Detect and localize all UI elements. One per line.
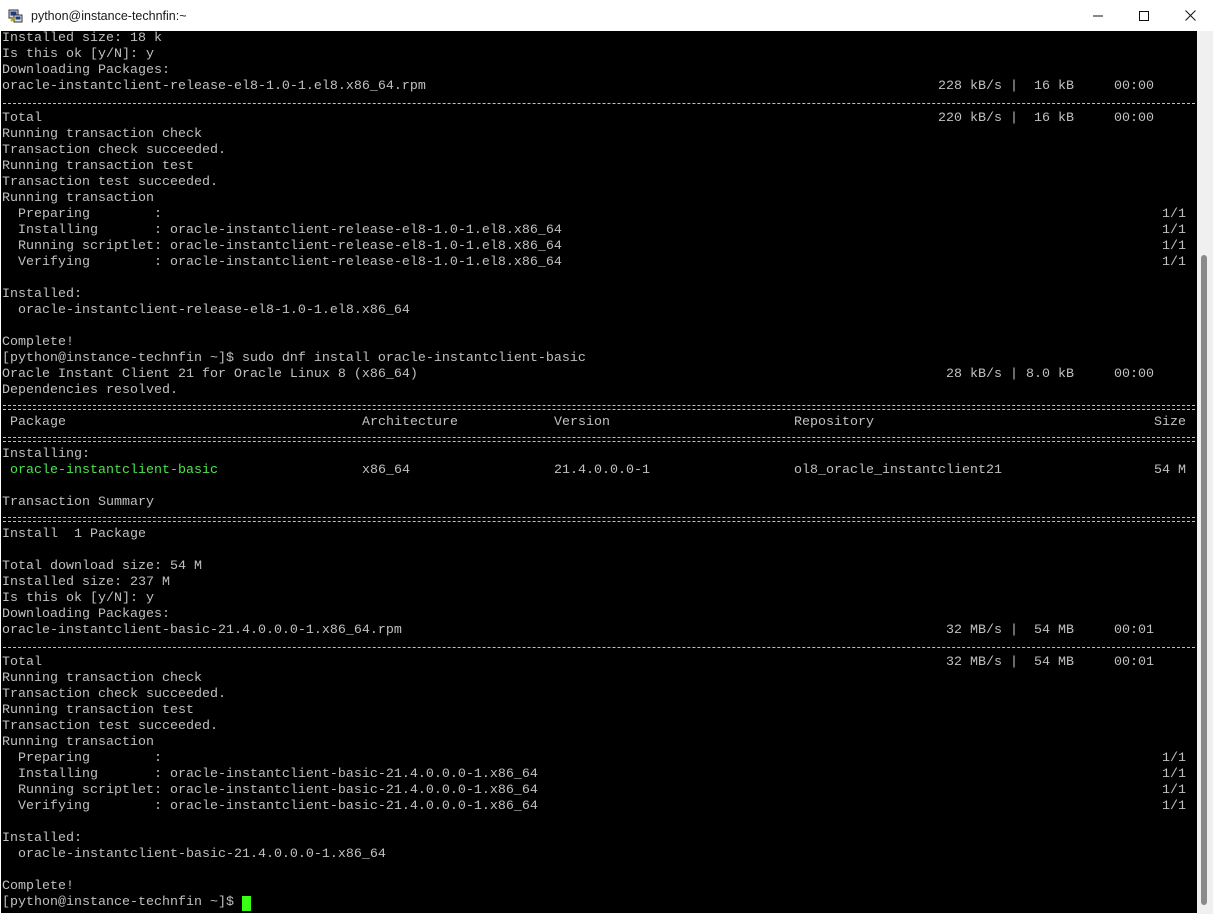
terminal-line: Installed: — [2, 831, 82, 846]
putty-icon — [8, 8, 24, 24]
terminal-line: Installed size: 237 M — [2, 575, 170, 590]
maximize-icon — [1139, 10, 1149, 21]
download-speed: 32 MB/s | 54 MB 00:01 — [938, 623, 1154, 638]
minimize-button[interactable] — [1075, 0, 1121, 31]
terminal-line: Running transaction — [2, 191, 154, 206]
separator-line — [1, 511, 1197, 527]
terminal-line: Downloading Packages: — [2, 607, 170, 622]
terminal-line: oracle-instantclient-basic-21.4.0.0.0-1.… — [2, 847, 386, 862]
vertical-scrollbar[interactable] — [1197, 31, 1213, 914]
terminal-line: Running scriptlet: oracle-instantclient-… — [2, 239, 1186, 254]
terminal-line: Installing : oracle-instantclient-basic-… — [2, 767, 1186, 782]
terminal-line: Transaction check succeeded. — [2, 143, 226, 158]
total-speed: 220 kB/s | 16 kB 00:00 — [938, 111, 1154, 126]
terminal-line: oracle-instantclient-basic-21.4.0.0.0-1.… — [2, 623, 1154, 638]
terminal-line: Install 1 Package — [2, 527, 146, 542]
terminal-line: Installing : oracle-instantclient-releas… — [2, 223, 1186, 238]
package-version: 21.4.0.0.0-1 — [554, 463, 650, 478]
terminal-line: Dependencies resolved. — [2, 383, 178, 398]
terminal-line: Is this ok [y/N]: y — [2, 591, 154, 606]
terminal-line: Total download size: 54 M — [2, 559, 202, 574]
terminal-line: Complete! — [2, 335, 74, 350]
terminal-line: Installing: — [2, 447, 90, 462]
terminal-line: oracle-instantclient-release-el8-1.0-1.e… — [2, 79, 1154, 94]
column-repository: Repository — [794, 415, 874, 430]
terminal-output[interactable]: Installed size: 18 k Is this ok [y/N]: y… — [1, 31, 1197, 913]
double-separator — [3, 405, 1195, 410]
separator-line — [1, 399, 1197, 415]
window-title: python@instance-technfin:~ — [31, 8, 187, 23]
table-header-row: Package Architecture Version Repository … — [1, 415, 1197, 431]
package-size: 54 M — [1154, 463, 1186, 478]
terminal-line: Transaction Summary — [2, 495, 154, 510]
terminal-line: Transaction test succeeded. — [2, 719, 218, 734]
terminal-line: Total 220 kB/s | 16 kB 00:00 — [2, 111, 1154, 126]
terminal-line: Preparing :1/1 — [2, 207, 1186, 222]
total-speed: 32 MB/s | 54 MB 00:01 — [938, 655, 1154, 670]
terminal-line: Transaction test succeeded. — [2, 175, 218, 190]
column-architecture: Architecture — [362, 415, 458, 430]
terminal-line: Oracle Instant Client 21 for Oracle Linu… — [2, 367, 1154, 382]
terminal-line: Installed: — [2, 287, 82, 302]
terminal-line: Verifying : oracle-instantclient-basic-2… — [2, 799, 1186, 814]
terminal-line: Running transaction check — [2, 671, 202, 686]
repo-speed: 28 kB/s | 8.0 kB 00:00 — [938, 367, 1154, 382]
terminal-line: Total 32 MB/s | 54 MB 00:01 — [2, 655, 1154, 670]
column-size: Size — [1154, 415, 1186, 430]
terminal-line: Verifying : oracle-instantclient-release… — [2, 255, 1186, 270]
package-name: oracle-instantclient-basic — [10, 463, 218, 478]
terminal-line: Running scriptlet: oracle-instantclient-… — [2, 783, 1186, 798]
dash-separator — [3, 647, 1195, 648]
table-row: oracle-instantclient-basic x86_64 21.4.0… — [1, 463, 1197, 479]
double-separator — [3, 437, 1195, 442]
terminal-line: Complete! — [2, 879, 74, 894]
maximize-button[interactable] — [1121, 0, 1167, 31]
separator-line — [1, 431, 1197, 447]
terminal-line: Running transaction test — [2, 159, 194, 174]
close-icon — [1184, 10, 1196, 21]
terminal-line: Preparing :1/1 — [2, 751, 1186, 766]
terminal-line: Running transaction check — [2, 127, 202, 142]
close-button[interactable] — [1167, 0, 1213, 31]
terminal-line: Is this ok [y/N]: y — [2, 47, 154, 62]
terminal-line: Running transaction test — [2, 703, 194, 718]
terminal-line: Installed size: 18 k — [2, 31, 162, 46]
column-version: Version — [554, 415, 610, 430]
package-repo: ol8_oracle_instantclient21 — [794, 463, 1002, 478]
minimize-icon — [1093, 15, 1103, 16]
terminal-line: Running transaction — [2, 735, 154, 750]
title-bar[interactable]: python@instance-technfin:~ — [0, 0, 1213, 31]
shell-prompt: [python@instance-technfin ~]$ — [2, 895, 234, 910]
package-arch: x86_64 — [362, 463, 410, 478]
double-separator — [3, 517, 1195, 522]
separator-line — [1, 95, 1197, 111]
prompt-line: [python@instance-technfin ~]$ — [1, 895, 1197, 911]
column-package: Package — [10, 415, 66, 430]
separator-line — [1, 639, 1197, 655]
terminal-line: Transaction check succeeded. — [2, 687, 226, 702]
text-cursor — [242, 896, 251, 911]
dash-separator — [3, 103, 1195, 104]
download-speed: 228 kB/s | 16 kB 00:00 — [938, 79, 1154, 94]
scrollbar-thumb[interactable] — [1201, 255, 1207, 905]
command-line: [python@instance-technfin ~]$ sudo dnf i… — [2, 351, 586, 366]
terminal-line: oracle-instantclient-release-el8-1.0-1.e… — [2, 303, 410, 318]
terminal-line: Downloading Packages: — [2, 63, 170, 78]
